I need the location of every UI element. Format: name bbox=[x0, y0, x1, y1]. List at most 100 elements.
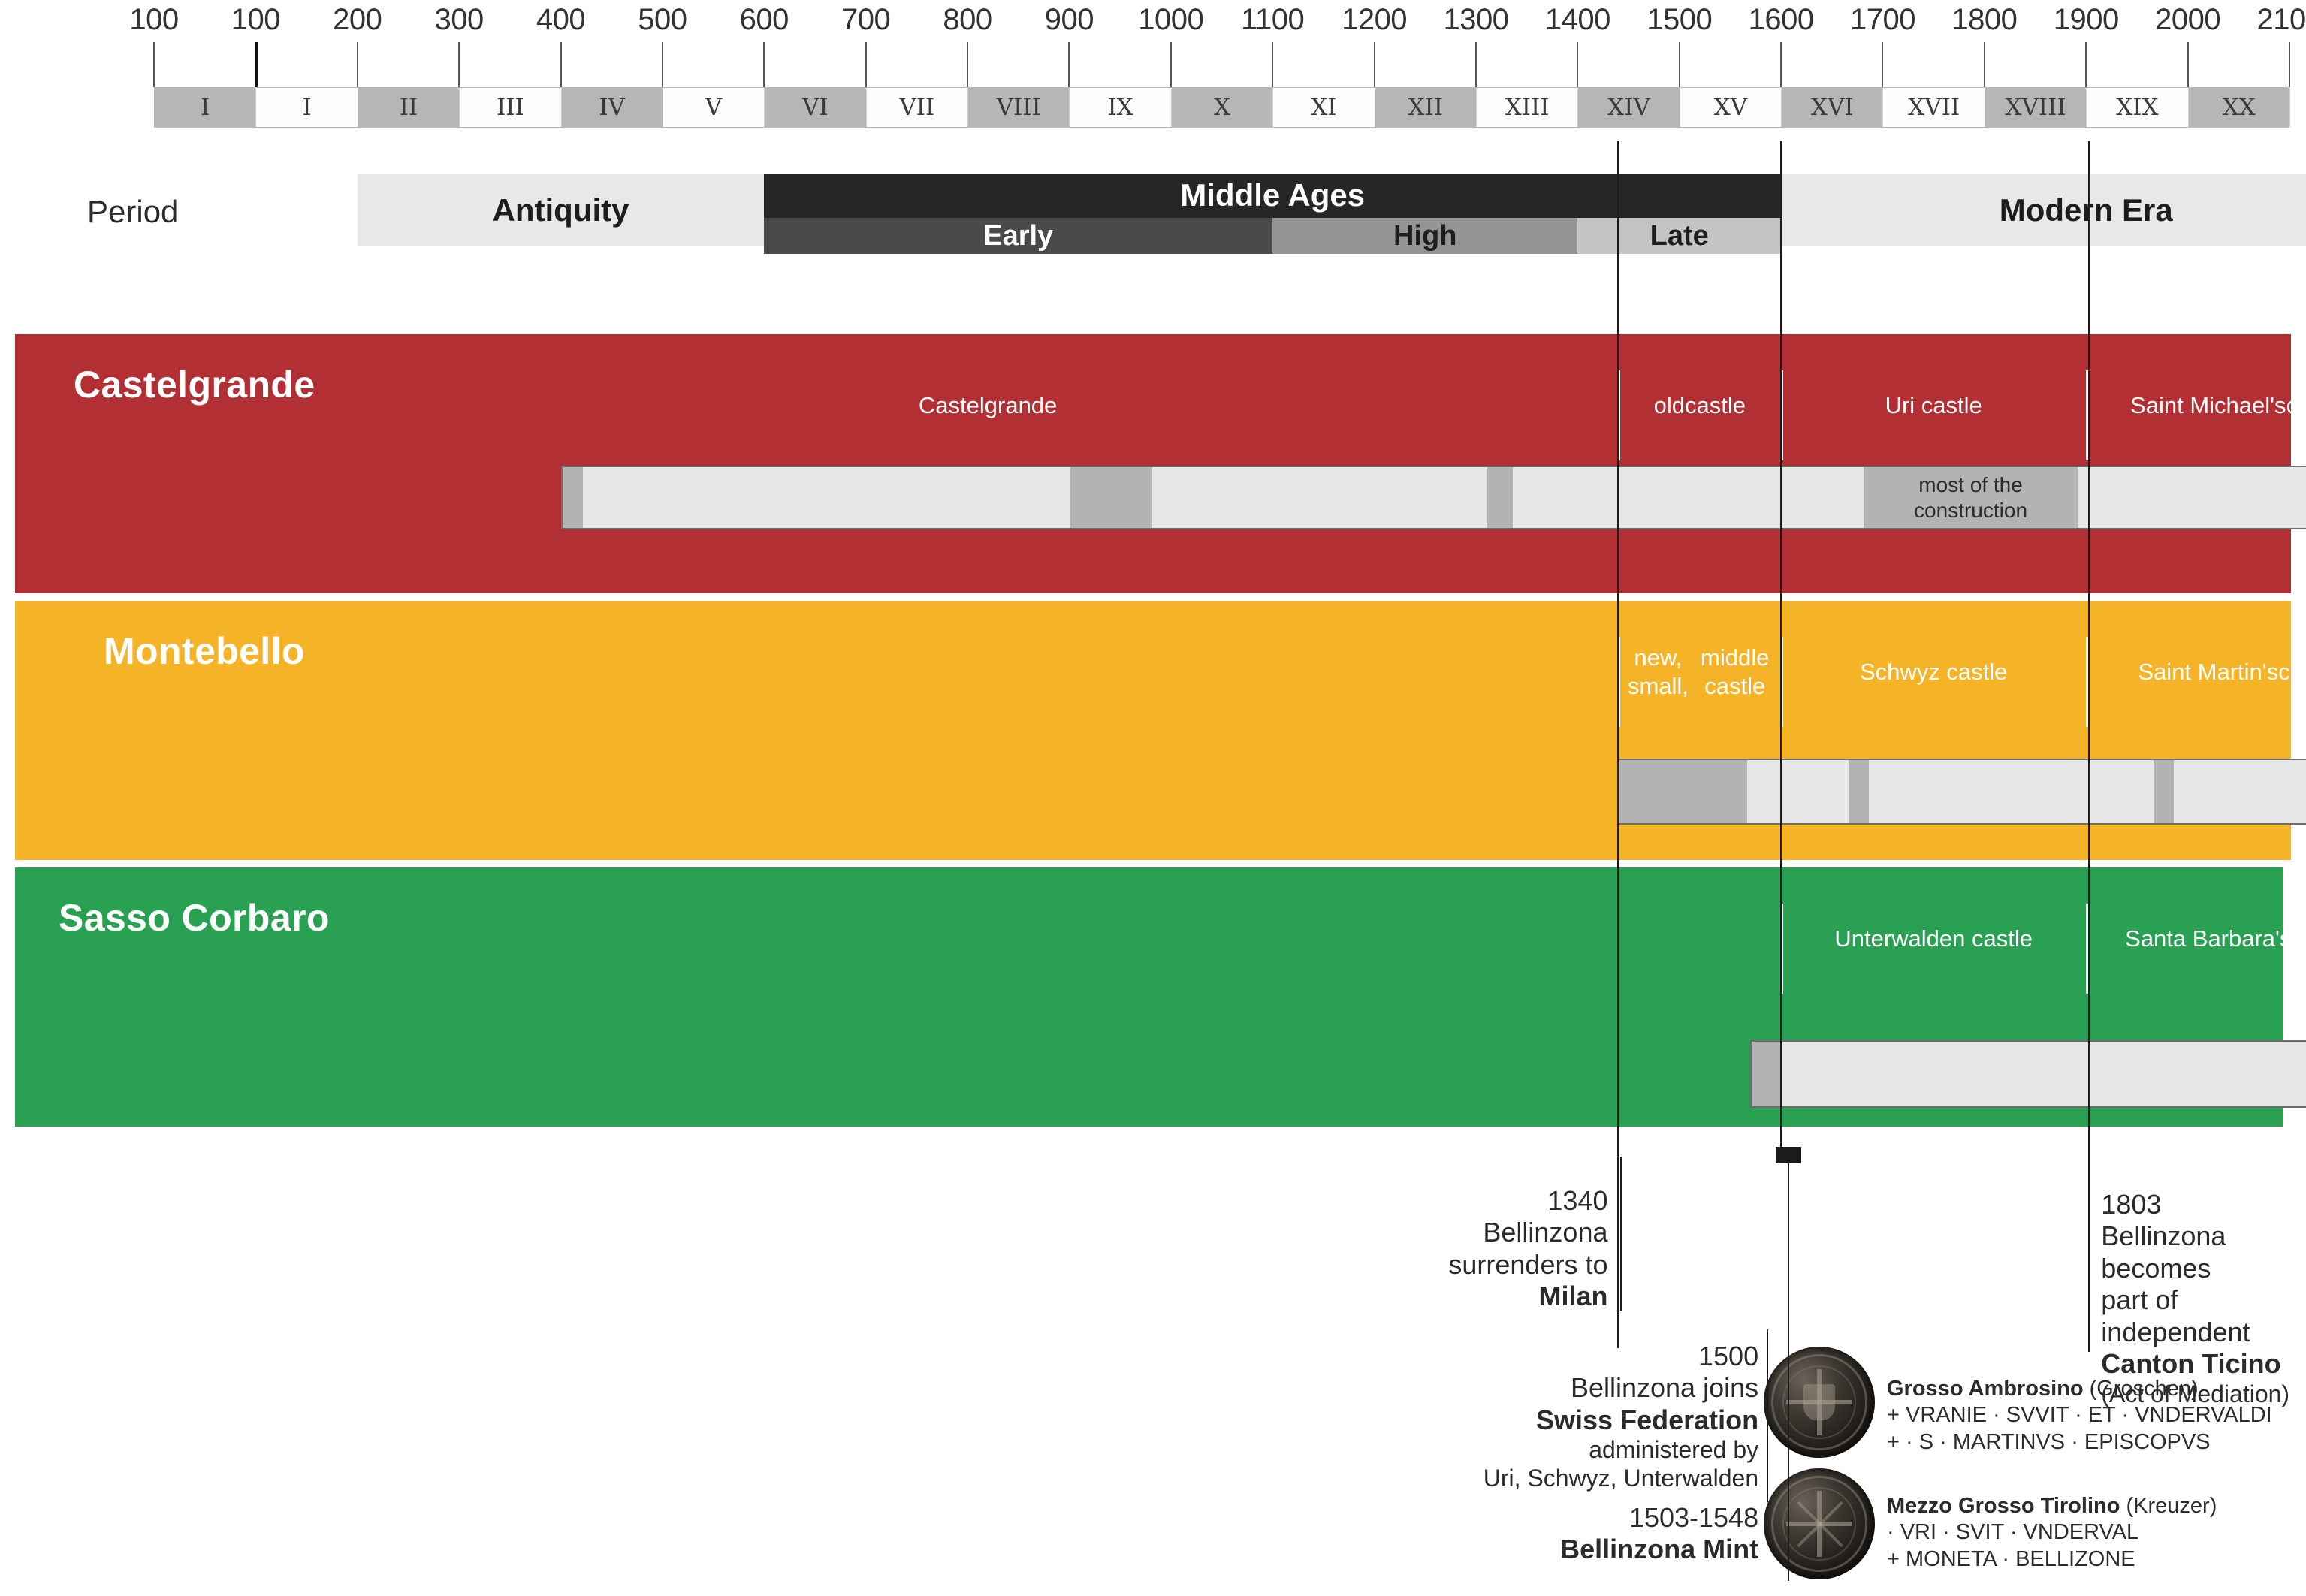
axis-year-label: 1000 bbox=[1138, 3, 1204, 36]
event-subline: administered by bbox=[1589, 1436, 1759, 1464]
axis-year-label: 400 bbox=[536, 3, 586, 36]
coin-mezzo-grosso-tirolino-icon bbox=[1764, 1468, 1875, 1579]
event-line: Bellinzona bbox=[1483, 1217, 1608, 1248]
axis-year-label: 1500 bbox=[1646, 3, 1713, 36]
axis-year-label: 300 bbox=[434, 3, 484, 36]
event-year: 1503-1548 bbox=[1628, 1502, 1759, 1533]
timeline-infographic: 100 100 200 300 400 500 600 700 800 900 1000 1100 12… bbox=[0, 0, 2306, 1596]
band-montebello: Montebello new, small, middle castle Schwy… bbox=[15, 601, 2306, 860]
axis-year-label: 2100 bbox=[2256, 3, 2306, 36]
band-sasso-corbaro-construction-bar bbox=[1750, 1040, 2306, 1108]
band-sasso-corbaro: Sasso Corbaro Unterwalden castle Santa Ba… bbox=[15, 867, 2306, 1127]
phase-label: new, small, middle castle bbox=[1627, 644, 1770, 699]
axis-tick bbox=[560, 42, 562, 87]
band-montebello-construction-bar bbox=[1618, 759, 2306, 825]
century-cell: I bbox=[256, 88, 358, 127]
construction-segment bbox=[1849, 760, 1870, 823]
axis-year-label: 900 bbox=[1044, 3, 1094, 36]
axis-tick bbox=[1780, 42, 1782, 87]
axis-tick bbox=[356, 42, 358, 87]
period-antiquity: Antiquity bbox=[357, 174, 765, 246]
century-cell: II bbox=[358, 88, 460, 127]
coin-inscription: + · S · MARTINVS · EPISCOPVS bbox=[1887, 1429, 2211, 1454]
event-year: 1803 bbox=[2101, 1189, 2162, 1220]
guide-1500-upper bbox=[1780, 141, 1782, 1149]
century-cell: XVIII bbox=[1985, 88, 2087, 127]
band-montebello-title: Montebello bbox=[104, 630, 305, 672]
coin-inscription: · VRI · SVIT · VNDERVAL bbox=[1887, 1520, 2139, 1545]
event-annotation-1340: 1340 Bellinzona surrenders to Milan bbox=[1448, 1185, 1607, 1313]
guide-1500-cap bbox=[1776, 1147, 1802, 1163]
construction-segment bbox=[1151, 467, 1488, 528]
axis-year-label: 1700 bbox=[1849, 3, 1915, 36]
axis-tick bbox=[1474, 42, 1477, 87]
century-cell: V bbox=[663, 88, 765, 127]
axis-tick bbox=[1678, 42, 1680, 87]
construction-segment bbox=[2077, 467, 2306, 528]
axis-year-label: 100 bbox=[129, 3, 179, 36]
century-cell: XVII bbox=[1883, 88, 1985, 127]
century-cell: X bbox=[1171, 88, 1274, 127]
century-cell: IV bbox=[561, 88, 663, 127]
axis-tick bbox=[1577, 42, 1579, 87]
guide-1340-annot bbox=[1620, 1157, 1622, 1311]
event-annotation-mint: 1503-1548 Bellinzona Mint bbox=[1560, 1502, 1758, 1566]
construction-segment-label: most of the construction bbox=[1914, 472, 2028, 522]
event-line: Bellinzona becomes bbox=[2101, 1220, 2226, 1284]
construction-segment bbox=[582, 467, 1071, 528]
axis-year-label: 200 bbox=[333, 3, 382, 36]
century-cell: III bbox=[460, 88, 562, 127]
axis-tick bbox=[865, 42, 867, 87]
period-modern-era: Modern Era bbox=[1781, 174, 2306, 246]
phase-label: Uri castle bbox=[1885, 392, 1982, 419]
axis-year-label: 1300 bbox=[1443, 3, 1509, 36]
construction-segment bbox=[2174, 760, 2306, 823]
guide-1500-lower bbox=[1788, 1160, 1790, 1581]
event-annotation-1500: 1500 Bellinzona joins Swiss Federation admi… bbox=[1484, 1341, 1758, 1493]
century-cell: I bbox=[155, 88, 257, 127]
axis-tick bbox=[1068, 42, 1070, 87]
event-bold: Bellinzona Mint bbox=[1560, 1534, 1759, 1565]
band-castelgrande-title: Castelgrande bbox=[74, 364, 315, 406]
coin-grosso-ambrosino-icon bbox=[1764, 1347, 1875, 1458]
coin-inscription: + MONETA · BELLIZONE bbox=[1887, 1546, 2135, 1571]
event-year: 1340 bbox=[1547, 1185, 1608, 1216]
event-year: 1500 bbox=[1698, 1341, 1759, 1371]
century-cell: VI bbox=[765, 88, 867, 127]
axis-year-label: 800 bbox=[943, 3, 992, 36]
event-subline: Uri, Schwyz, Unterwalden bbox=[1483, 1465, 1759, 1492]
axis-tick bbox=[1882, 42, 1884, 87]
guide-1803-annot bbox=[2088, 1187, 2090, 1348]
axis-tick bbox=[1272, 42, 1274, 87]
axis-year-label: 600 bbox=[739, 3, 789, 36]
axis-year-label: 1100 bbox=[1241, 3, 1305, 36]
axis-tick bbox=[967, 42, 969, 87]
construction-segment bbox=[1782, 1042, 2306, 1106]
phase-label: Saint Martin'scastle bbox=[2138, 659, 2306, 686]
construction-segment bbox=[1752, 1042, 1783, 1106]
period-middle-ages-late: Late bbox=[1577, 218, 1782, 254]
axis-tick bbox=[661, 42, 663, 87]
construction-segment bbox=[1619, 760, 1747, 823]
axis-year-label: 2000 bbox=[2155, 3, 2221, 36]
phase-label: Unterwalden castle bbox=[1834, 925, 2033, 952]
axis-year-label: 100 bbox=[231, 3, 281, 36]
construction-segment bbox=[1487, 467, 1514, 528]
phase-label: old castle bbox=[1653, 392, 1746, 419]
period-row-label: Period bbox=[87, 194, 179, 229]
century-cell: XII bbox=[1375, 88, 1477, 127]
band-sasso-corbaro-title: Sasso Corbaro bbox=[59, 897, 330, 939]
axis-tick bbox=[2085, 42, 2087, 87]
construction-segment bbox=[1070, 467, 1152, 528]
axis-tick bbox=[2289, 42, 2290, 87]
event-line: Bellinzona joins bbox=[1570, 1372, 1759, 1404]
coin-mezzo-grosso-tirolino-caption: Mezzo Grosso Tirolino (Kreuzer) · VRI · S… bbox=[1887, 1493, 2217, 1573]
century-cell: XI bbox=[1273, 88, 1375, 127]
event-line: part of independent bbox=[2101, 1284, 2250, 1347]
coin-name: Grosso Ambrosino (Groschen) bbox=[1887, 1377, 2199, 1401]
event-bold: Milan bbox=[1538, 1281, 1608, 1312]
coin-grosso-ambrosino-caption: Grosso Ambrosino (Groschen) + VRANIE · SV… bbox=[1887, 1376, 2272, 1456]
band-castelgrande-construction-bar: most of the construction bbox=[560, 466, 2306, 529]
axis-year-label: 1400 bbox=[1544, 3, 1610, 36]
century-cell: VII bbox=[867, 88, 969, 127]
